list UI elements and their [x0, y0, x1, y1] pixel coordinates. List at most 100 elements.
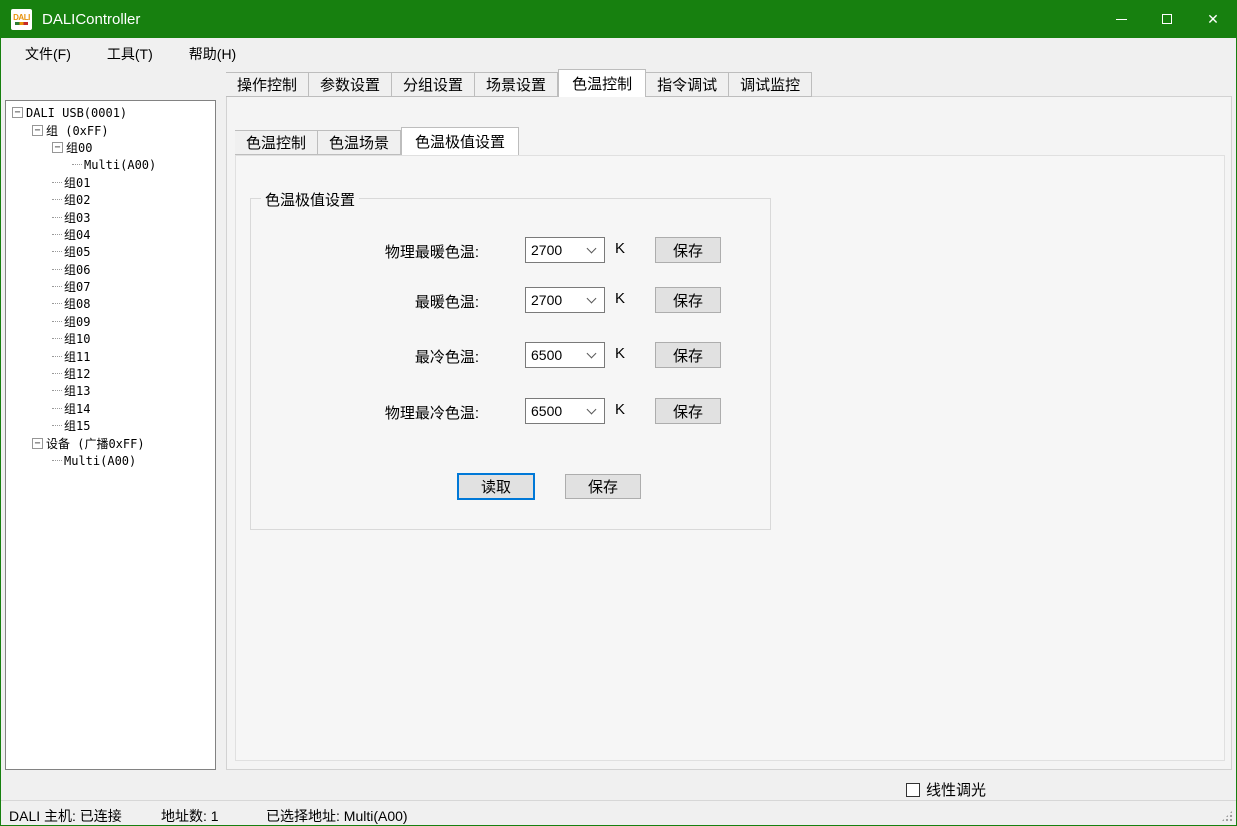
tree-connector: [52, 286, 62, 287]
tree-item[interactable]: − 组01: [6, 174, 215, 191]
tree-connector: [52, 251, 62, 252]
menu-item[interactable]: 文件(F): [13, 38, 83, 70]
linear-dimming-checkbox[interactable]: [906, 783, 920, 797]
minimize-button[interactable]: [1098, 0, 1144, 38]
combobox-value: 2700: [531, 242, 588, 258]
form-row: 最冷色温: 6500 K 保存: [251, 342, 770, 368]
tree-item[interactable]: − 组07: [6, 278, 215, 295]
tree-item[interactable]: − Multi(A00): [6, 452, 215, 469]
tree-item-label: 组14: [64, 400, 90, 417]
tree-item-label: 组09: [64, 313, 90, 330]
resize-grip[interactable]: [1221, 810, 1233, 822]
read-button[interactable]: 读取: [457, 473, 535, 500]
tree-item[interactable]: − 组11: [6, 347, 215, 364]
tree-item[interactable]: − 组08: [6, 295, 215, 312]
tree-connector: [52, 408, 62, 409]
field-label: 物理最冷色温:: [251, 402, 479, 423]
row-save-button[interactable]: 保存: [655, 342, 721, 368]
tree-connector: [52, 425, 62, 426]
tree-item[interactable]: − 组 (0xFF): [6, 121, 215, 138]
tree-item-label: 组12: [64, 365, 90, 382]
tree-item-label: 组15: [64, 417, 90, 434]
maximize-button[interactable]: [1144, 0, 1190, 38]
tree-item-label: 组04: [64, 226, 90, 243]
sub-tab-strip: 色温控制色温场景色温极值设置: [235, 128, 519, 155]
chevron-down-icon: [587, 244, 597, 254]
cct-value-combobox[interactable]: 2700: [525, 287, 605, 313]
tree-item[interactable]: − 组10: [6, 330, 215, 347]
tree-connector: [72, 164, 82, 165]
tree-connector: [52, 182, 62, 183]
cct-value-combobox[interactable]: 6500: [525, 342, 605, 368]
main-tab-strip: 操作控制参数设置分组设置场景设置色温控制指令调试调试监控: [226, 72, 812, 97]
main-tab[interactable]: 操作控制: [226, 72, 309, 97]
cct-value-combobox[interactable]: 2700: [525, 237, 605, 263]
tree-expander-icon[interactable]: −: [32, 125, 43, 136]
main-tab[interactable]: 指令调试: [646, 72, 729, 97]
tree-connector: [52, 303, 62, 304]
unit-label: K: [615, 240, 625, 257]
main-tab[interactable]: 参数设置: [309, 72, 392, 97]
linear-dimming-option: 线性调光: [906, 779, 986, 800]
chevron-down-icon: [587, 349, 597, 359]
tree-item-label: 组11: [64, 348, 90, 365]
tree-item[interactable]: − Multi(A00): [6, 156, 215, 173]
sub-tab[interactable]: 色温场景: [318, 130, 401, 155]
tree-item-label: 组06: [64, 261, 90, 278]
tree-item[interactable]: − 组04: [6, 226, 215, 243]
status-address-count: 地址数: 1: [161, 806, 219, 826]
close-button[interactable]: ✕: [1190, 0, 1236, 38]
status-host-connection: DALI 主机: 已连接: [9, 806, 122, 826]
tree-item[interactable]: − DALI USB(0001): [6, 104, 215, 121]
tree-item-label: 组07: [64, 278, 90, 295]
field-label: 最暖色温:: [251, 291, 479, 312]
tree-item[interactable]: − 组15: [6, 417, 215, 434]
tree-item[interactable]: − 设备 (广播0xFF): [6, 434, 215, 451]
cct-extremes-groupbox: 色温极值设置 读取 保存 物理最暖色温: 2700 K 保存 最暖色温:: [250, 198, 771, 530]
combobox-value: 6500: [531, 403, 588, 419]
tree-item[interactable]: − 组14: [6, 400, 215, 417]
tree-connector: [52, 460, 62, 461]
menubar: 文件(F) 工具(T) 帮助(H): [1, 38, 1236, 70]
tree-item[interactable]: − 组00: [6, 139, 215, 156]
tree-item[interactable]: − 组06: [6, 261, 215, 278]
tree-connector: [52, 338, 62, 339]
tree-expander-icon[interactable]: −: [32, 438, 43, 449]
menu-item[interactable]: 工具(T): [95, 38, 165, 70]
sub-tab[interactable]: 色温控制: [235, 130, 318, 155]
main-tab-page: 色温控制色温场景色温极值设置 色温极值设置 读取 保存 物理最暖色温: 2700…: [226, 96, 1232, 770]
save-button[interactable]: 保存: [565, 474, 641, 499]
unit-label: K: [615, 345, 625, 362]
tree-item[interactable]: − 组09: [6, 313, 215, 330]
titlebar: DALI DALIController ✕: [1, 0, 1236, 38]
unit-label: K: [615, 401, 625, 418]
cct-value-combobox[interactable]: 6500: [525, 398, 605, 424]
tree-item[interactable]: − 组05: [6, 243, 215, 260]
tree-item[interactable]: − 组13: [6, 382, 215, 399]
tree-expander-icon[interactable]: −: [12, 107, 23, 118]
form-row: 物理最暖色温: 2700 K 保存: [251, 237, 770, 263]
tree-item-label: 设备 (广播0xFF): [46, 435, 145, 452]
tree-item[interactable]: − 组02: [6, 191, 215, 208]
field-label: 最冷色温:: [251, 346, 479, 367]
main-tab[interactable]: 分组设置: [392, 72, 475, 97]
main-tab[interactable]: 色温控制: [558, 69, 646, 97]
status-selected-address: 已选择地址: Multi(A00): [266, 806, 408, 826]
tree-item-label: 组05: [64, 243, 90, 260]
row-save-button[interactable]: 保存: [655, 237, 721, 263]
tree-item[interactable]: − 组12: [6, 365, 215, 382]
tree-connector: [52, 321, 62, 322]
main-tab[interactable]: 调试监控: [729, 72, 812, 97]
tree-connector: [52, 373, 62, 374]
row-save-button[interactable]: 保存: [655, 287, 721, 313]
tree-item-label: 组10: [64, 330, 90, 347]
sub-tab[interactable]: 色温极值设置: [401, 127, 519, 155]
row-save-button[interactable]: 保存: [655, 398, 721, 424]
tree-connector: [52, 199, 62, 200]
tree-item-label: 组 (0xFF): [46, 122, 109, 139]
tree-expander-icon[interactable]: −: [52, 142, 63, 153]
main-tab[interactable]: 场景设置: [475, 72, 558, 97]
tree-item-label: 组13: [64, 382, 90, 399]
menu-item[interactable]: 帮助(H): [177, 38, 248, 70]
tree-item[interactable]: − 组03: [6, 208, 215, 225]
